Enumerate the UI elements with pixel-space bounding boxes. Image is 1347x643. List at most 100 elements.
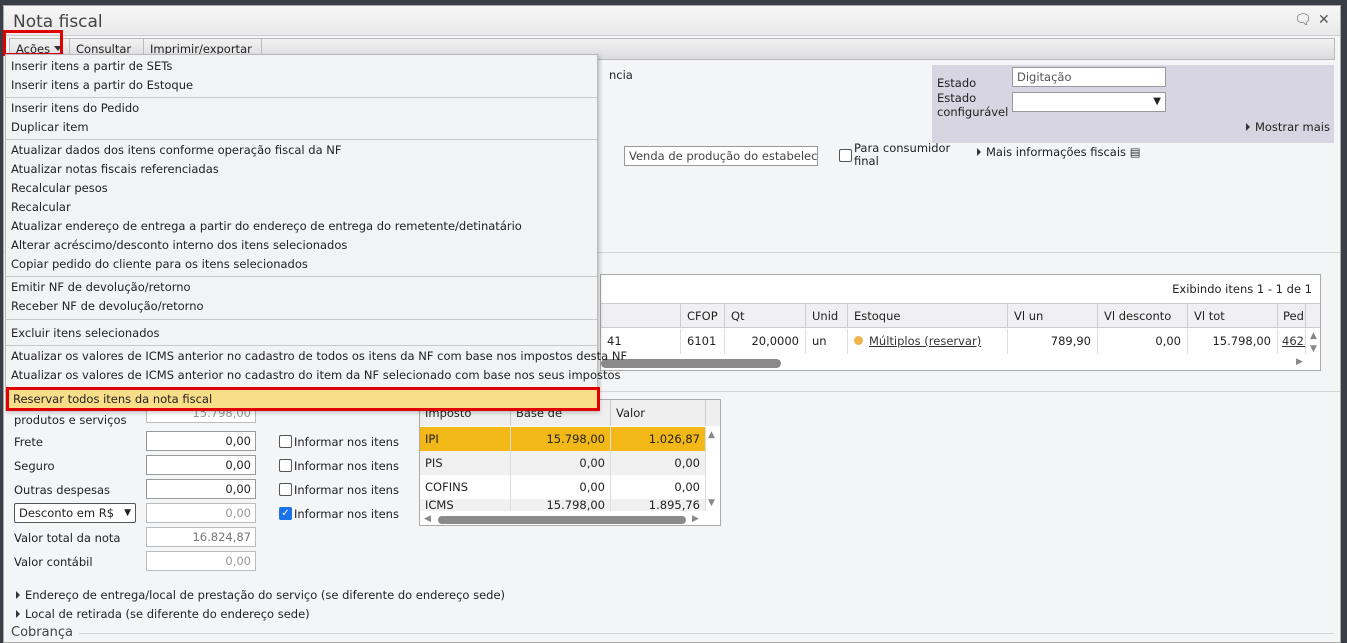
grid-header-qt[interactable]: Qt (725, 303, 806, 328)
close-icon[interactable]: ✕ (1318, 12, 1330, 28)
menu-separator (6, 345, 597, 346)
menu-item[interactable]: Atualizar dados dos itens conforme opera… (11, 143, 342, 157)
menu-item[interactable]: Duplicar item (11, 120, 89, 134)
menu-item[interactable]: Inserir itens a partir do Estoque (11, 78, 193, 92)
informar-label: Informar nos itens (294, 507, 399, 521)
status-dot-icon (854, 336, 863, 345)
expand-triangle-icon (16, 610, 20, 618)
estoque-link[interactable]: Múltiplos (reservar) (869, 334, 981, 348)
outras-despesas-field[interactable]: 0,00 (146, 479, 256, 499)
cell-estoque: Múltiplos (reservar) (848, 329, 1008, 354)
acoes-highlight-box (3, 30, 63, 56)
scroll-left-icon[interactable]: ◀ (424, 514, 431, 524)
desconto-type-select[interactable]: Desconto em R$ ▼ (14, 503, 136, 523)
informar-frete-checkbox[interactable] (279, 435, 292, 448)
desconto-field[interactable]: 0,00 (146, 503, 256, 523)
divider (79, 633, 1334, 634)
grid-header-cfop[interactable]: CFOP (681, 303, 725, 328)
menu-item[interactable]: Inserir itens a partir de SETs (11, 59, 172, 73)
consumidor-final-checkbox[interactable] (839, 149, 852, 162)
scroll-up-icon[interactable]: ▲ (708, 430, 715, 440)
grid-header-vl-tot[interactable]: Vl tot (1188, 303, 1278, 328)
tax-name: ICMS (420, 499, 511, 511)
menu-item[interactable]: Copiar pedido do cliente para os itens s… (11, 257, 308, 271)
grid-header (601, 303, 681, 328)
tax-name: PIS (420, 451, 511, 475)
menu-item[interactable]: Atualizar endereço de entrega a partir d… (11, 219, 522, 233)
scroll-down-icon[interactable]: ▼ (708, 498, 715, 508)
informar-label: Informar nos itens (294, 459, 399, 473)
menu-item[interactable]: Inserir itens do Pedido (11, 101, 139, 115)
label-line: Para consumidor (854, 141, 951, 155)
label-line: final (854, 154, 879, 168)
menu-item[interactable]: Emitir NF de devolução/retorno (11, 280, 191, 294)
menu-item[interactable]: Recalcular pesos (11, 181, 108, 195)
informar-desconto-checkbox[interactable]: ✓ (279, 507, 292, 520)
mais-informacoes-fiscais-link[interactable]: Mais informações fiscais ▤ (977, 145, 1141, 159)
frete-label: Frete (14, 435, 43, 449)
section-label: Endereço de entrega/local de prestação d… (25, 588, 506, 602)
tax-header-valor[interactable]: Valor (611, 400, 706, 426)
seguro-field[interactable]: 0,00 (146, 455, 256, 475)
tax-base: 0,00 (511, 451, 611, 475)
tax-name: IPI (420, 427, 511, 451)
comment-icon[interactable]: 🗨 (1294, 12, 1312, 28)
tax-header-filler (706, 400, 720, 426)
estado-configuravel-select[interactable]: ▼ (1012, 92, 1166, 112)
grid-header-estoque[interactable]: Estoque (848, 303, 1008, 328)
scroll-down-icon[interactable]: ▼ (1310, 344, 1317, 354)
horizontal-scrollbar[interactable] (438, 516, 686, 524)
mais-info-label: Mais informações fiscais (986, 145, 1127, 159)
outras-despesas-label: Outras despesas (14, 483, 111, 497)
acoes-dropdown-menu: Inserir itens a partir de SETs Inserir i… (5, 54, 627, 411)
cell-cfop: 6101 (681, 329, 725, 354)
frete-field[interactable]: 0,00 (146, 431, 256, 451)
cobranca-section-title: Cobrança (11, 625, 73, 640)
informar-seguro-checkbox[interactable] (279, 459, 292, 472)
expand-triangle-icon (977, 148, 981, 156)
horizontal-scrollbar[interactable] (601, 359, 781, 368)
endereco-entrega-section[interactable]: Endereço de entrega/local de prestação d… (16, 588, 505, 602)
table-row[interactable]: IPI 15.798,00 1.026,87 (420, 427, 706, 451)
document-icon: ▤ (1129, 145, 1141, 159)
tax-value: 0,00 (611, 451, 706, 475)
menu-item[interactable]: Recalcular (11, 200, 71, 214)
label-line: configurável (937, 105, 1009, 119)
cell-vl-tot: 15.798,00 (1188, 329, 1278, 354)
operacao-field[interactable]: Venda de produção do estabelecime (624, 146, 818, 166)
table-row[interactable]: COFINS 0,00 0,00 (420, 475, 706, 499)
informar-label: Informar nos itens (294, 435, 399, 449)
scroll-right-icon[interactable]: ▶ (692, 514, 699, 524)
menu-item[interactable]: Excluir itens selecionados (11, 326, 160, 340)
estado-panel: Estado Digitação Estado configurável ▼ Mo… (932, 65, 1334, 143)
scroll-up-icon[interactable]: ▲ (1310, 331, 1317, 341)
items-grid: Exibindo itens 1 - 1 de 1 CFOP Qt Unid E… (600, 274, 1321, 371)
menu-item[interactable]: Receber NF de devolução/retorno (11, 299, 204, 313)
mostrar-mais-link[interactable]: Mostrar mais (1245, 120, 1330, 134)
menu-item[interactable]: Alterar acréscimo/desconto interno dos i… (11, 238, 347, 252)
scroll-right-icon[interactable]: ▶ (1296, 357, 1303, 367)
menu-item-reservar-todos[interactable]: Reservar todos itens da nota fiscal (6, 387, 600, 411)
menu-separator (6, 139, 597, 140)
grid-header-vl-desconto[interactable]: Vl desconto (1098, 303, 1188, 328)
grid-header-vl-un[interactable]: Vl un (1008, 303, 1098, 328)
menu-item[interactable]: Atualizar os valores de ICMS anterior no… (11, 368, 621, 382)
informar-outras-checkbox[interactable] (279, 483, 292, 496)
cell-pedido: 4622 (1278, 329, 1306, 354)
table-row[interactable]: PIS 0,00 0,00 (420, 451, 706, 475)
grid-header-pedido[interactable]: Pedid (1278, 303, 1306, 328)
pedido-link[interactable]: 4622 (1282, 334, 1305, 348)
menu-item[interactable]: Atualizar os valores de ICMS anterior no… (11, 349, 627, 363)
table-row[interactable]: ICMS 15.798,00 1.895,76 (420, 499, 706, 511)
section-label: Local de retirada (se diferente do ender… (25, 607, 310, 621)
menu-item[interactable]: Atualizar notas fiscais referenciadas (11, 162, 219, 176)
estado-label: Estado (937, 76, 977, 90)
tax-value: 0,00 (611, 475, 706, 499)
estado-field[interactable]: Digitação (1012, 67, 1166, 87)
local-retirada-section[interactable]: Local de retirada (se diferente do ender… (16, 607, 310, 621)
grid-header-filler (1306, 303, 1320, 328)
tax-base: 15.798,00 (511, 499, 611, 511)
valor-total-label: Valor total da nota (14, 531, 121, 545)
grid-header-unid[interactable]: Unid (806, 303, 848, 328)
desconto-select-value: Desconto em R$ (19, 506, 115, 520)
